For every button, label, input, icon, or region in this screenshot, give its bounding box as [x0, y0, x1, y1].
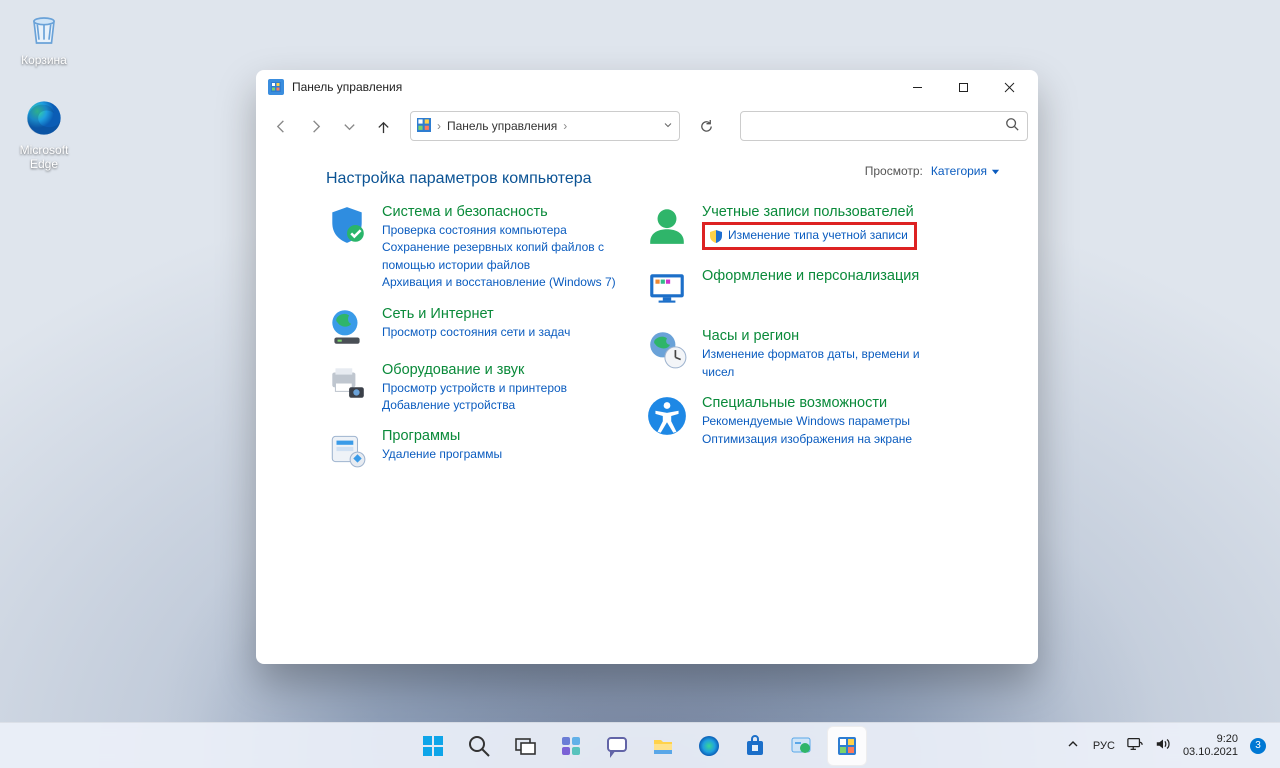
titlebar[interactable]: Панель управления [256, 70, 1038, 104]
category-title[interactable]: Часы и регион [702, 328, 946, 344]
search-box[interactable] [740, 111, 1028, 141]
category-link[interactable]: Добавление устройства [382, 397, 626, 414]
taskbar: РУС 9:20 03.10.2021 3 [0, 722, 1280, 768]
tray-date: 03.10.2021 [1183, 746, 1238, 759]
category-link[interactable]: Оптимизация изображения на экране [702, 431, 946, 448]
taskbar-edge[interactable] [689, 726, 729, 766]
control-panel-icon [268, 79, 284, 95]
category-link[interactable]: Просмотр устройств и принтеров [382, 380, 626, 397]
taskbar-explorer[interactable] [643, 726, 683, 766]
tray-language[interactable]: РУС [1093, 740, 1115, 752]
desktop-icon-label: Microsoft Edge [6, 143, 82, 171]
globe-network-icon [326, 306, 368, 348]
highlighted-link: Изменение типа учетной записи [702, 222, 917, 250]
category-link[interactable]: Изменение типа учетной записи [728, 227, 908, 244]
category-title[interactable]: Специальные возможности [702, 395, 946, 411]
refresh-button[interactable] [690, 111, 722, 141]
window-title: Панель управления [292, 80, 402, 94]
maximize-button[interactable] [940, 72, 986, 102]
clock-globe-icon [646, 328, 688, 370]
tray-time: 9:20 [1183, 733, 1238, 746]
taskbar-chat[interactable] [597, 726, 637, 766]
content-area: Настройка параметров компьютера Просмотр… [256, 148, 1038, 664]
taskbar-search[interactable] [459, 726, 499, 766]
category-link[interactable]: Проверка состояния компьютера [382, 222, 626, 239]
taskbar-control-panel[interactable] [827, 726, 867, 766]
desktop-recycle-bin[interactable]: Корзина [6, 6, 82, 67]
category-system-security: Система и безопасность Проверка состояни… [326, 204, 626, 292]
category-link[interactable]: Архивация и восстановление (Windows 7) [382, 274, 626, 291]
breadcrumb-separator-icon: › [437, 119, 441, 133]
address-bar[interactable]: › Панель управления › [410, 111, 680, 141]
accessibility-icon [646, 395, 688, 437]
nav-up-button[interactable] [368, 111, 398, 141]
nav-recent-button[interactable] [334, 111, 364, 141]
edge-icon [22, 96, 66, 140]
breadcrumb-item[interactable]: Панель управления [447, 119, 557, 133]
desktop-edge[interactable]: Microsoft Edge [6, 96, 82, 171]
nav-back-button[interactable] [266, 111, 296, 141]
recycle-bin-icon [22, 6, 66, 50]
category-title[interactable]: Учетные записи пользователей [702, 204, 946, 220]
uac-shield-icon [709, 229, 723, 243]
category-title[interactable]: Оборудование и звук [382, 362, 626, 378]
category-title[interactable]: Сеть и Интернет [382, 306, 626, 322]
system-tray: РУС 9:20 03.10.2021 3 [1065, 733, 1280, 758]
breadcrumb-separator-icon: › [563, 119, 567, 133]
category-link[interactable]: Изменение форматов даты, времени и чисел [702, 346, 946, 381]
category-hardware: Оборудование и звук Просмотр устройств и… [326, 362, 626, 415]
tray-volume-icon[interactable] [1155, 736, 1171, 755]
category-programs: Программы Удаление программы [326, 428, 626, 470]
user-account-icon [646, 204, 688, 246]
search-icon[interactable] [1005, 117, 1019, 136]
category-link[interactable]: Сохранение резервных копий файлов с помо… [382, 239, 626, 274]
tray-notification-badge[interactable]: 3 [1250, 738, 1266, 754]
category-title[interactable]: Оформление и персонализация [702, 268, 946, 284]
view-by-label: Просмотр: [865, 164, 923, 178]
view-by-dropdown[interactable]: Категория [931, 164, 1000, 178]
address-dropdown-icon[interactable] [663, 119, 673, 133]
taskbar-taskview[interactable] [505, 726, 545, 766]
taskbar-app-generic[interactable] [781, 726, 821, 766]
category-appearance: Оформление и персонализация [646, 268, 946, 310]
category-title[interactable]: Система и безопасность [382, 204, 626, 220]
programs-icon [326, 428, 368, 470]
minimize-button[interactable] [894, 72, 940, 102]
toolbar: › Панель управления › [256, 104, 1038, 148]
tray-network-icon[interactable] [1127, 736, 1143, 755]
search-input[interactable] [749, 119, 1005, 133]
category-network: Сеть и Интернет Просмотр состояния сети … [326, 306, 626, 348]
category-ease-of-access: Специальные возможности Рекомендуемые Wi… [646, 395, 946, 448]
category-accounts: Учетные записи пользователей Изменение т… [646, 204, 946, 250]
tray-clock[interactable]: 9:20 03.10.2021 [1183, 733, 1238, 758]
monitor-appearance-icon [646, 268, 688, 310]
category-link[interactable]: Рекомендуемые Windows параметры [702, 413, 946, 430]
shield-check-icon [326, 204, 368, 246]
category-link[interactable]: Просмотр состояния сети и задач [382, 324, 626, 341]
taskbar-widgets[interactable] [551, 726, 591, 766]
desktop-icon-label: Корзина [6, 53, 82, 67]
tray-overflow-button[interactable] [1065, 736, 1081, 755]
close-button[interactable] [986, 72, 1032, 102]
control-panel-window: Панель управления › Панель управления › [256, 70, 1038, 664]
nav-forward-button[interactable] [300, 111, 330, 141]
category-link[interactable]: Удаление программы [382, 446, 626, 463]
printer-camera-icon [326, 362, 368, 404]
category-clock-region: Часы и регион Изменение форматов даты, в… [646, 328, 946, 381]
start-button[interactable] [413, 726, 453, 766]
control-panel-small-icon [417, 118, 431, 135]
category-title[interactable]: Программы [382, 428, 626, 444]
taskbar-center [413, 726, 867, 766]
taskbar-store[interactable] [735, 726, 775, 766]
